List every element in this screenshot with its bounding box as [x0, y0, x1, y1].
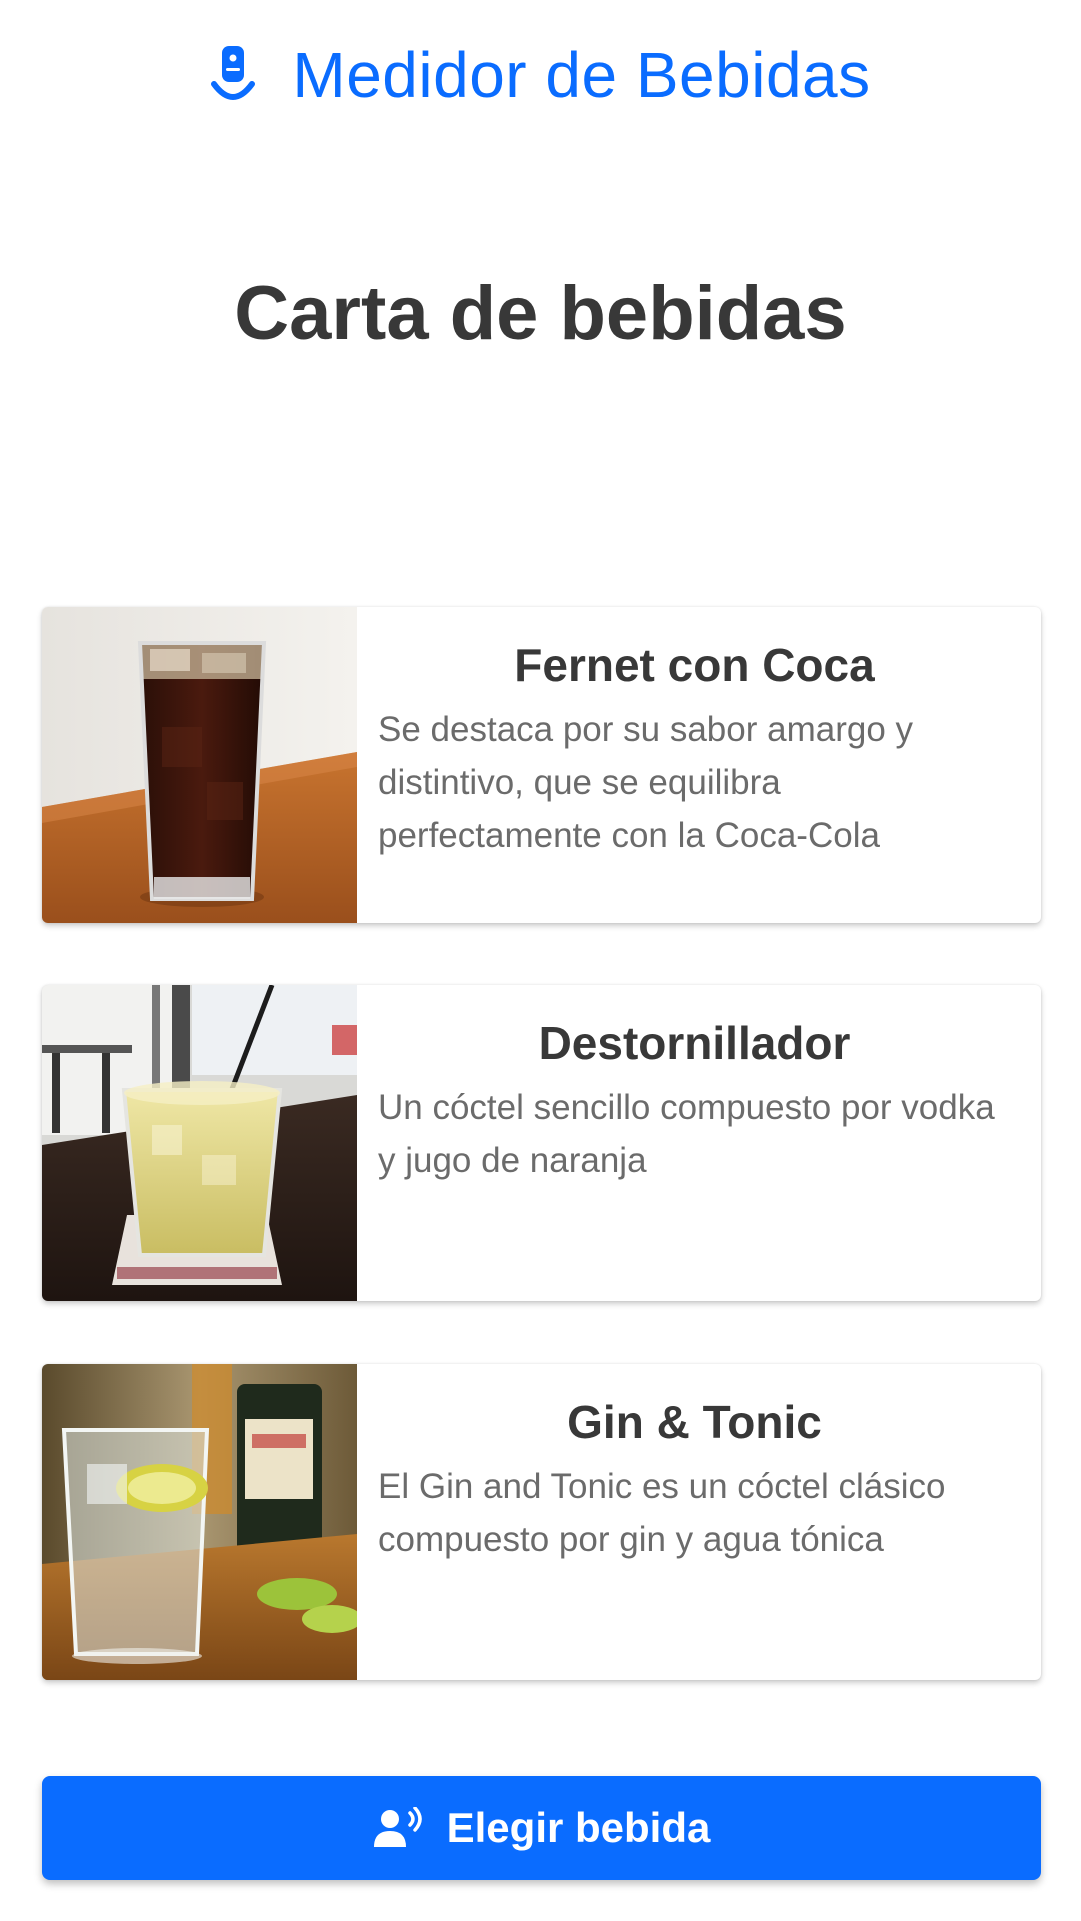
screwdriver-cocktail-photo	[42, 985, 357, 1301]
app-header: Medidor de Bebidas	[0, 0, 1081, 150]
drink-name: Gin & Tonic	[567, 1396, 822, 1448]
drink-description: El Gin and Tonic es un cóctel clásico co…	[378, 1467, 946, 1559]
drink-card-destornillador[interactable]: Destornillador Un cóctel sencillo compue…	[42, 985, 1041, 1301]
app-title: Medidor de Bebidas	[292, 39, 871, 111]
glass-meter-icon	[210, 44, 256, 106]
choose-drink-label: Elegir bebida	[446, 1804, 711, 1851]
drink-name: Fernet con Coca	[514, 639, 875, 691]
drink-name: Destornillador	[538, 1017, 851, 1069]
page-title: Carta de bebidas	[234, 271, 847, 356]
choose-drink-button[interactable]: Elegir bebida	[42, 1776, 1041, 1880]
drink-info: Gin & Tonic El Gin and Tonic es un cócte…	[357, 1364, 1041, 1680]
drink-description: Se destaca por su sabor amargo y distint…	[378, 710, 914, 855]
drink-card-fernet[interactable]: Fernet con Coca Se destaca por su sabor …	[42, 607, 1041, 923]
voice-user-icon	[373, 1807, 425, 1849]
gin-tonic-glass-photo	[42, 1364, 357, 1680]
fernet-coca-glass-photo	[42, 607, 357, 923]
drink-info: Destornillador Un cóctel sencillo compue…	[357, 985, 1041, 1301]
drink-card-gin-tonic[interactable]: Gin & Tonic El Gin and Tonic es un cócte…	[42, 1364, 1041, 1680]
drink-info: Fernet con Coca Se destaca por su sabor …	[357, 607, 1041, 923]
drink-description: Un cóctel sencillo compuesto por vodka y…	[378, 1088, 995, 1180]
